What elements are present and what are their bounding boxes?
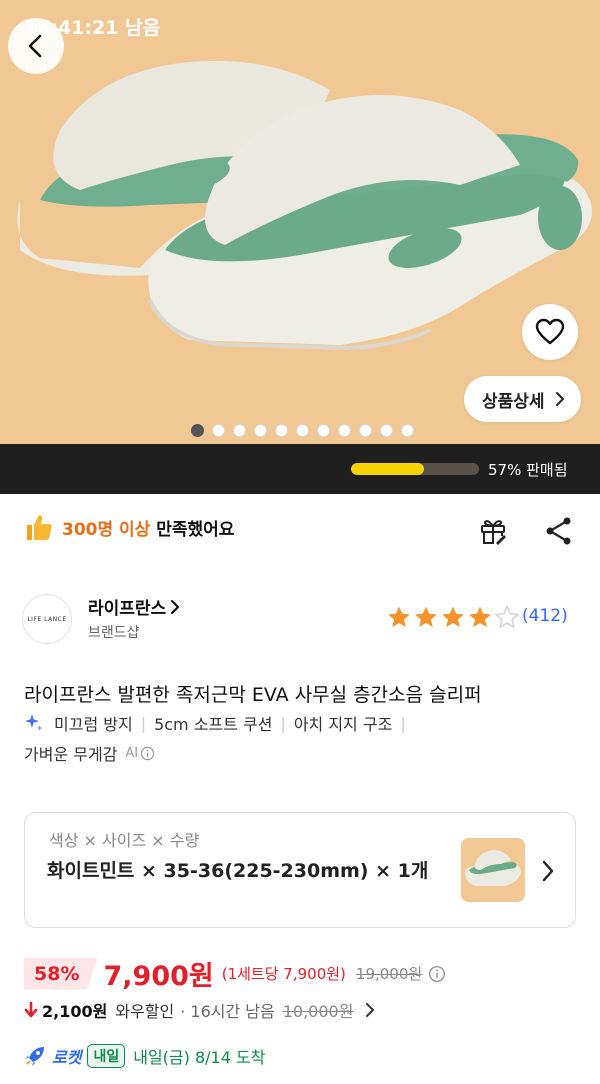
sold-progress-fill (351, 463, 424, 475)
star-filled-icon (415, 606, 437, 627)
star-filled-icon (442, 606, 464, 627)
info-icon (429, 965, 446, 982)
rating-stars[interactable] (386, 605, 520, 629)
price-row: 58% 7,900원 (1세트당 7,900원) 19,000원 (24, 954, 446, 993)
feature-item: 5cm 소프트 쿠션 (154, 715, 273, 734)
carousel-dot[interactable] (190, 424, 204, 437)
feature-list: 미끄럼 방지 | 5cm 소프트 쿠션 | 아치 지지 구조 | (24, 711, 414, 735)
carousel-dot[interactable] (337, 424, 351, 437)
share-icon (546, 517, 571, 545)
delivery-row: 로켓 내일 내일(금) 8/14 도착 (24, 1044, 265, 1068)
thumbs-up-icon (27, 515, 52, 540)
product-image-carousel[interactable]: 상품상세 (0, 0, 600, 444)
share-button[interactable] (544, 516, 574, 550)
sale-price: 7,900원 (103, 961, 214, 992)
star-filled-icon (388, 606, 410, 627)
ai-summary-tag[interactable]: AI (125, 746, 155, 761)
chevron-right-icon (171, 599, 180, 614)
feature-item: 미끄럼 방지 (54, 715, 133, 734)
discount-badge: 58% (24, 957, 98, 990)
gift-button[interactable] (478, 516, 508, 550)
satisfaction-text: 만족했어요 (156, 519, 235, 540)
heart-icon (535, 318, 565, 345)
wishlist-button[interactable] (522, 304, 578, 360)
carousel-dot[interactable] (358, 424, 372, 437)
sold-progress-bar (351, 463, 479, 475)
brand-logo-text: LIFE LANCE (27, 615, 67, 623)
carousel-dot[interactable] (400, 424, 414, 437)
feature-divider: | (140, 713, 147, 733)
carousel-dot[interactable] (295, 424, 309, 437)
chevron-right-icon (366, 1003, 375, 1017)
feature-item: 가벼운 무게감 (24, 745, 118, 764)
price-info-button[interactable] (428, 965, 446, 983)
option-selector[interactable]: 색상 × 사이즈 × 수량 화이트민트 × 35-36(225-230mm) ×… (24, 812, 576, 928)
option-value: 화이트민트 × 35-36(225-230mm) × 1개 (47, 860, 429, 882)
option-thumbnail (461, 838, 525, 902)
chevron-right-icon (555, 392, 564, 406)
product-detail-button[interactable]: 상품상세 (464, 376, 581, 422)
carousel-indicator (0, 424, 600, 437)
carousel-dot[interactable] (379, 424, 393, 437)
star-empty-icon (494, 605, 520, 629)
rocket-label: 로켓 (52, 1048, 82, 1067)
brand-name-link[interactable]: 라이프란스 (88, 594, 180, 619)
carousel-dot[interactable] (232, 424, 246, 437)
gift-icon (481, 520, 506, 545)
wow-time-remaining: · 16시간 남음 (180, 1002, 275, 1021)
original-price: 19,000원 (355, 965, 423, 983)
star-filled-icon (469, 606, 491, 627)
carousel-dot[interactable] (253, 424, 267, 437)
feature-list-row2: 가벼운 무게감 AI (24, 741, 155, 765)
feature-item: 아치 지지 구조 (293, 715, 393, 734)
product-title: 라이프란스 발편한 족저근막 EVA 사무실 층간소음 슬리퍼 (24, 684, 482, 706)
info-icon (140, 746, 155, 760)
chevron-right-icon (542, 860, 554, 882)
wow-discount-amount: 2,100원 (42, 1002, 108, 1021)
feature-divider: | (400, 713, 406, 733)
review-count[interactable]: (412) (522, 606, 568, 626)
carousel-dot[interactable] (274, 424, 288, 437)
delivery-date: 내일(금) 8/14 도착 (133, 1048, 266, 1067)
sold-percent-text: 57% 판매됨 (488, 461, 568, 479)
brand-shop-label: 브랜드샵 (88, 625, 140, 641)
slipper-thumbnail-image (461, 838, 525, 902)
carousel-dot[interactable] (316, 424, 330, 437)
product-detail-label: 상품상세 (482, 391, 545, 412)
wow-original-price: 10,000원 (282, 1002, 354, 1021)
option-label: 색상 × 사이즈 × 수량 (49, 831, 200, 850)
brand-name: 라이프란스 (88, 599, 167, 619)
satisfaction-count: 300명 이상 (62, 519, 151, 540)
deal-time-remaining: 16:41:21 남음 (24, 17, 161, 39)
unit-price: (1세트당 7,900원) (221, 965, 346, 983)
wow-discount-label: 와우할인 (115, 1002, 175, 1021)
arrow-down-icon (24, 1002, 38, 1018)
rocket-icon (25, 1047, 44, 1066)
carousel-dot[interactable] (211, 424, 225, 437)
brand-logo[interactable]: LIFE LANCE (22, 594, 72, 644)
ai-label: AI (125, 745, 139, 761)
satisfaction-row: 300명 이상 만족했어요 (24, 512, 234, 542)
wow-discount-row[interactable]: 2,100원 와우할인 · 16시간 남음 10,000원 (24, 998, 375, 1022)
tomorrow-badge: 내일 (87, 1044, 126, 1068)
sparkle-icon (25, 714, 43, 731)
feature-divider: | (280, 713, 286, 733)
